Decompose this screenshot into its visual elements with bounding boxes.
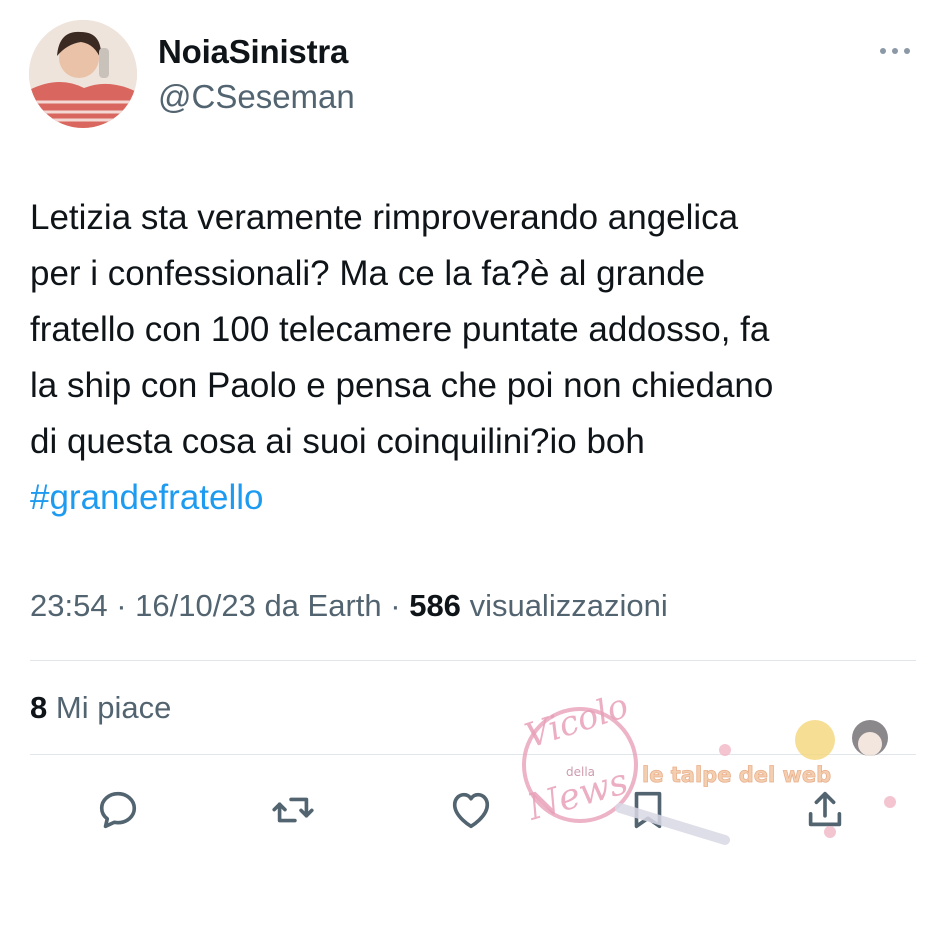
retweet-button[interactable] [263,780,323,840]
separator-dot: · [390,588,410,623]
tweet-source: da Earth [264,588,382,623]
user-handle[interactable]: @CSeseman [158,78,355,116]
likes-count: 8 [30,690,48,725]
like-button[interactable] [441,780,501,840]
reply-button[interactable] [88,780,148,840]
likes-stat[interactable]: 8 Mi piace [30,690,171,726]
watermark-logo-text: Vicolo [520,690,633,757]
more-dot-icon [880,48,886,54]
watermark-logo-text: della [566,765,595,779]
avatar[interactable] [29,20,137,128]
display-name[interactable]: NoiaSinistra [158,33,348,71]
tweet-text-line: fratello con 100 telecamere puntate addo… [30,310,770,349]
reply-icon [99,791,137,829]
share-icon [808,791,842,827]
more-dot-icon [904,48,910,54]
bookmark-button[interactable] [618,780,678,840]
tweet-text-line: per i confessionali? Ma ce la fa?è al gr… [30,254,706,293]
avatar-photo [29,20,137,128]
tweet-card: NoiaSinistra @CSeseman Letizia sta veram… [0,0,946,933]
views-count: 586 [409,588,461,623]
divider [30,660,916,661]
views-label: visualizzazioni [469,588,668,623]
share-button[interactable] [795,780,855,840]
tweet-text-line: Letizia sta veramente rimproverando ange… [30,198,739,237]
tweet-text-line: la ship con Paolo e pensa che poi non ch… [30,366,774,405]
tweet-time[interactable]: 23:54 [30,588,108,623]
likes-label: Mi piace [55,690,172,725]
tweet-text: Letizia sta veramente rimproverando ange… [30,190,920,526]
bookmark-icon [634,791,662,829]
tweet-text-line: di questa cosa ai suoi coinquilini?io bo… [30,422,645,461]
divider [30,754,916,755]
tweet-date[interactable]: 16/10/23 [135,588,256,623]
tweet-meta: 23:54 · 16/10/23 da Earth · 586 visualiz… [30,588,668,624]
more-options-button[interactable] [870,36,920,66]
hashtag-link[interactable]: #grandefratello [30,470,920,526]
like-icon [452,792,490,829]
more-dot-icon [892,48,898,54]
action-bar [0,780,946,840]
separator-dot: · [116,588,136,623]
retweet-icon [272,797,314,823]
